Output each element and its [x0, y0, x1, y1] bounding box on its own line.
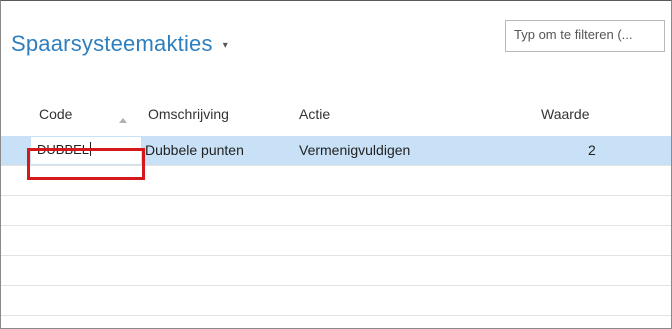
- actie-cell[interactable]: Vermenigvuldigen: [299, 142, 410, 158]
- data-table: Code Omschrijving Actie Waarde DUBBEL Du…: [1, 96, 671, 316]
- chevron-down-icon[interactable]: ▾: [223, 40, 228, 51]
- filter-input[interactable]: [514, 27, 656, 42]
- empty-row[interactable]: [1, 256, 671, 286]
- empty-row[interactable]: [1, 286, 671, 316]
- empty-row[interactable]: [1, 196, 671, 226]
- column-header-code[interactable]: Code: [39, 106, 72, 122]
- column-header-omschrijving[interactable]: Omschrijving: [148, 106, 229, 122]
- window: Spaarsysteemakties ▾ Code Omschrijving A…: [0, 0, 672, 329]
- code-value: DUBBEL: [37, 142, 90, 157]
- filter-search-box[interactable]: [505, 20, 665, 52]
- omschrijving-cell[interactable]: Dubbele punten: [145, 142, 244, 158]
- column-header-waarde[interactable]: Waarde: [541, 106, 590, 122]
- code-field[interactable]: DUBBEL: [31, 137, 141, 164]
- title-area[interactable]: Spaarsysteemakties ▾: [11, 31, 228, 57]
- empty-row[interactable]: [1, 226, 671, 256]
- empty-row[interactable]: [1, 166, 671, 196]
- column-header-actie[interactable]: Actie: [299, 106, 330, 122]
- waarde-cell[interactable]: 2: [588, 142, 596, 158]
- sort-ascending-icon: [119, 118, 127, 123]
- text-cursor: [90, 142, 92, 156]
- page-title[interactable]: Spaarsysteemakties: [11, 31, 213, 57]
- table-row[interactable]: DUBBEL Dubbele punten Vermenigvuldigen 2: [1, 136, 671, 166]
- table-header: Code Omschrijving Actie Waarde: [1, 96, 671, 136]
